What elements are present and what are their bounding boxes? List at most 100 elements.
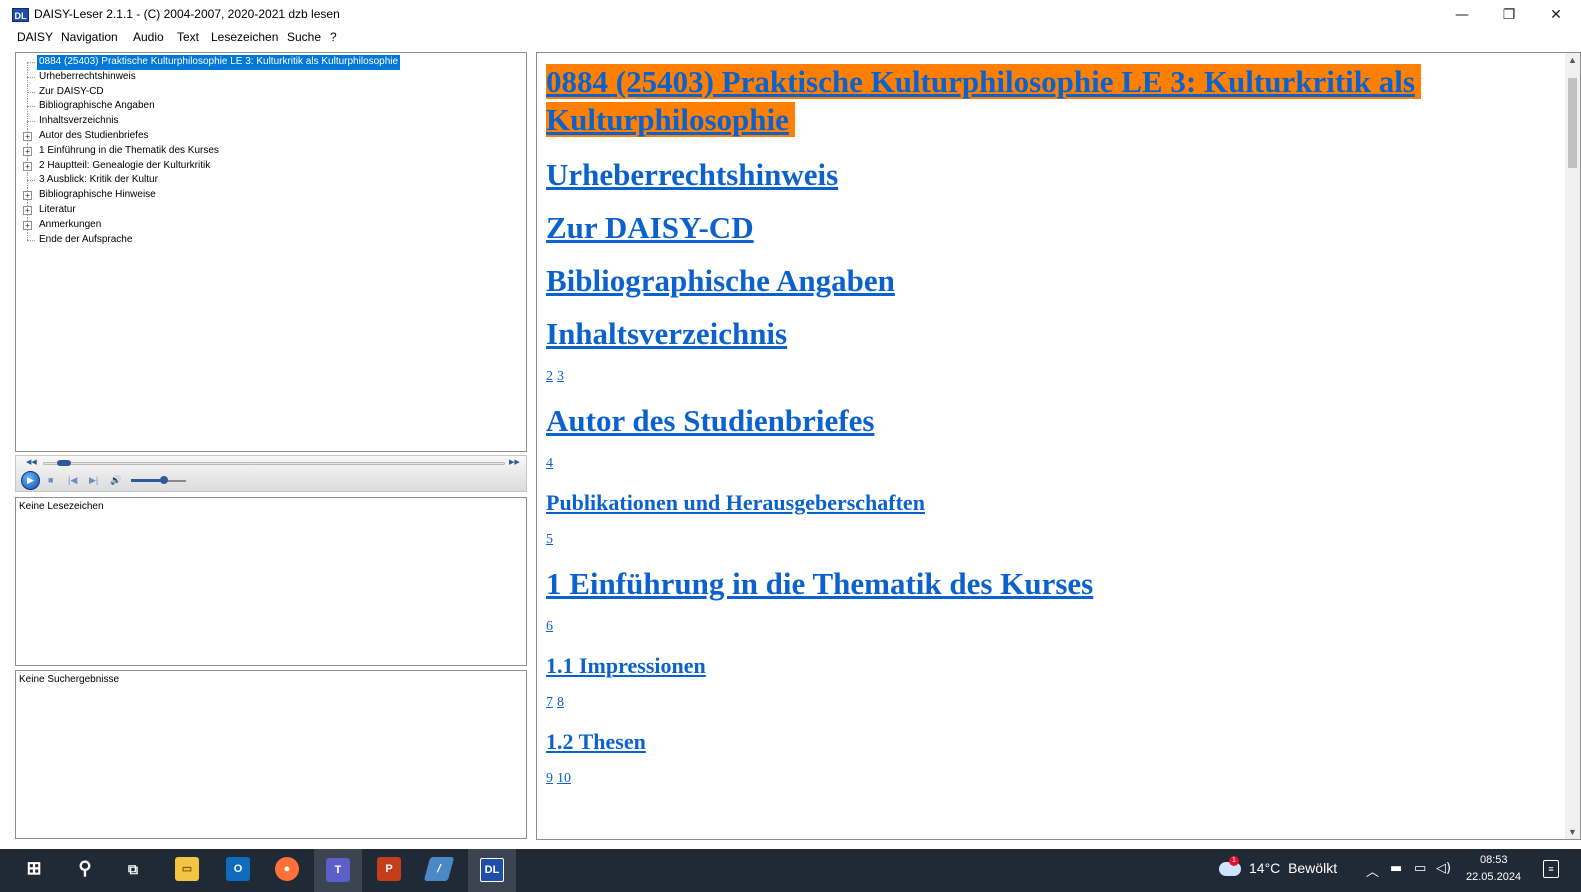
expand-icon[interactable]: +: [23, 161, 32, 171]
restore-button[interactable]: ❐: [1494, 4, 1524, 26]
teams-icon: T: [326, 858, 350, 882]
toc-tree-pane[interactable]: 0884 (25403) Praktische Kulturphilosophi…: [15, 52, 527, 452]
firefox-icon[interactable]: ●: [275, 857, 299, 881]
menu-daisy[interactable]: DAISY: [17, 30, 53, 44]
menu-lesezeichen[interactable]: Lesezeichen: [211, 30, 278, 44]
page-link[interactable]: 10: [557, 771, 571, 786]
heading-autor[interactable]: Autor des Studienbriefes: [546, 402, 1556, 440]
content-pane[interactable]: 0884 (25403) Praktische Kulturphilosophi…: [536, 52, 1581, 840]
expand-icon[interactable]: +: [23, 146, 32, 156]
toc-item[interactable]: + Literatur: [22, 202, 400, 218]
page-numbers: 23: [546, 368, 1556, 386]
page-link[interactable]: 7: [546, 695, 553, 710]
toc-item-label: Bibliographische Angaben: [39, 100, 155, 112]
menu-suche[interactable]: Suche: [287, 30, 321, 44]
page-link[interactable]: 4: [546, 456, 553, 471]
content-title-line2[interactable]: Kulturphilosophie: [546, 102, 795, 137]
seek-back-icon[interactable]: ◀◀: [26, 458, 37, 466]
heading-impressionen[interactable]: 1.1 Impressionen: [546, 652, 1556, 680]
bookmarks-pane[interactable]: Keine Lesezeichen: [15, 497, 527, 666]
toc-tree: 0884 (25403) Praktische Kulturphilosophi…: [22, 55, 401, 248]
page-link[interactable]: 6: [546, 619, 553, 634]
menu-navigation[interactable]: Navigation: [61, 30, 118, 44]
scroll-down-icon[interactable]: ▼: [1568, 827, 1577, 837]
content-title[interactable]: 0884 (25403) Praktische Kulturphilosophi…: [546, 63, 1556, 139]
heading-einfuehrung[interactable]: 1 Einführung in die Thematik des Kurses: [546, 565, 1556, 603]
search-icon[interactable]: ⚲: [73, 857, 97, 881]
menu-audio[interactable]: Audio: [133, 30, 164, 44]
toc-item[interactable]: + Autor des Studienbriefes: [22, 128, 400, 144]
page-link[interactable]: 2: [546, 369, 553, 384]
next-icon[interactable]: ▶|: [89, 474, 98, 486]
minimize-button[interactable]: —: [1447, 4, 1477, 26]
page-link[interactable]: 8: [557, 695, 564, 710]
outlook-icon[interactable]: O: [226, 857, 250, 881]
volume-icon[interactable]: 🔊: [110, 474, 121, 486]
stop-icon[interactable]: ■: [48, 474, 53, 486]
weather-widget[interactable]: 1 14°C Bewölkt: [1219, 856, 1337, 877]
search-results-pane[interactable]: Keine Suchergebnisse: [15, 670, 527, 839]
heading-bibliographische-angaben[interactable]: Bibliographische Angaben: [546, 262, 1556, 300]
teams-taskbar-slot[interactable]: T: [314, 849, 362, 892]
page-link[interactable]: 5: [546, 532, 553, 547]
play-icon[interactable]: ▶: [21, 471, 40, 490]
toc-item-label: 2 Hauptteil: Genealogie der Kulturkritik: [39, 159, 211, 171]
task-view-icon[interactable]: ⧉: [121, 857, 145, 881]
toc-item[interactable]: 3 Ausblick: Kritik der Kultur: [22, 173, 400, 189]
heading-urheberrechtshinweis[interactable]: Urheberrechtshinweis: [546, 156, 1556, 194]
toc-item[interactable]: Zur DAISY-CD: [22, 84, 400, 100]
heading-thesen[interactable]: 1.2 Thesen: [546, 728, 1556, 756]
notes-icon[interactable]: /: [423, 857, 455, 881]
seek-bar[interactable]: [43, 462, 505, 465]
menu-help[interactable]: ?: [330, 30, 337, 44]
audio-player: ◀◀ ▶▶ ▶ ■ |◀ ▶| 🔊: [15, 455, 527, 492]
app-icon: DL: [12, 8, 29, 22]
toc-item[interactable]: Ende der Aufsprache: [22, 232, 400, 248]
expand-icon[interactable]: +: [23, 220, 32, 230]
toc-item[interactable]: Bibliographische Angaben: [22, 99, 400, 115]
clock-date[interactable]: 22.05.2024: [1466, 871, 1521, 883]
volume-thumb[interactable]: [160, 476, 168, 484]
page-numbers: 5: [546, 531, 1556, 549]
tree-connector: [27, 91, 35, 93]
heading-publikationen[interactable]: Publikationen und Herausgeberschaften: [546, 489, 1556, 517]
expand-icon[interactable]: +: [23, 205, 32, 215]
clock-time[interactable]: 08:53: [1480, 854, 1508, 866]
tree-connector: [27, 62, 35, 63]
toc-item[interactable]: 0884 (25403) Praktische Kulturphilosophi…: [22, 55, 401, 70]
vertical-scrollbar[interactable]: ▲ ▼: [1565, 53, 1580, 839]
toc-item-label: 1 Einführung in die Thematik des Kurses: [39, 144, 219, 156]
daisy-taskbar-slot[interactable]: DL: [468, 849, 516, 892]
powerpoint-icon[interactable]: P: [377, 857, 401, 881]
page-link[interactable]: 9: [546, 771, 553, 786]
toc-item[interactable]: +2 Hauptteil: Genealogie der Kulturkriti…: [22, 158, 400, 174]
speaker-icon[interactable]: ◁): [1436, 861, 1451, 876]
windows-start-icon[interactable]: ⊞: [22, 857, 46, 881]
heading-inhaltsverzeichnis[interactable]: Inhaltsverzeichnis: [546, 315, 1556, 353]
file-explorer-icon[interactable]: ▭: [175, 857, 199, 881]
toc-item-label: 0884 (25403) Praktische Kulturphilosophi…: [37, 55, 401, 70]
page-link[interactable]: 3: [557, 369, 564, 384]
notification-icon[interactable]: ≡: [1543, 860, 1559, 878]
toc-item-label: 3 Ausblick: Kritik der Kultur: [39, 174, 158, 186]
toc-item[interactable]: + Bibliographische Hinweise: [22, 188, 400, 203]
seek-thumb[interactable]: [56, 460, 71, 466]
scrollbar-thumb[interactable]: [1568, 78, 1577, 168]
previous-icon[interactable]: |◀: [68, 474, 77, 486]
chevron-up-icon[interactable]: ︿: [1366, 861, 1379, 880]
expand-icon[interactable]: +: [23, 131, 32, 141]
expand-icon[interactable]: +: [23, 191, 32, 201]
menu-text[interactable]: Text: [177, 30, 199, 44]
seek-forward-icon[interactable]: ▶▶: [509, 458, 520, 466]
toc-item[interactable]: + Anmerkungen: [22, 217, 400, 233]
battery-icon[interactable]: ▬: [1390, 861, 1402, 876]
toc-item[interactable]: Inhaltsverzeichnis: [22, 114, 400, 129]
toc-item-label: Autor des Studienbriefes: [39, 129, 149, 141]
content-title-line1[interactable]: 0884 (25403) Praktische Kulturphilosophi…: [546, 64, 1421, 99]
network-icon[interactable]: ▭: [1414, 861, 1426, 876]
scroll-up-icon[interactable]: ▲: [1568, 55, 1577, 65]
toc-item[interactable]: +1 Einführung in die Thematik des Kurses: [22, 143, 400, 159]
heading-zur-daisy-cd[interactable]: Zur DAISY-CD: [546, 209, 1556, 247]
close-button[interactable]: ✕: [1541, 4, 1571, 26]
toc-item[interactable]: Urheberrechtshinweis: [22, 69, 400, 85]
